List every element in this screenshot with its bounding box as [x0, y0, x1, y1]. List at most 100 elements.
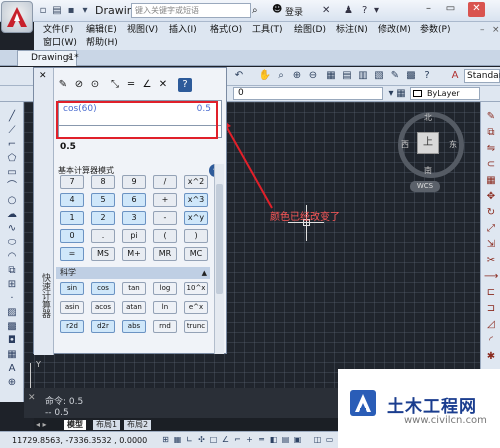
save-icon[interactable]: ▪ — [64, 4, 78, 17]
sci-key[interactable]: trunc — [184, 320, 208, 333]
user-group-icon[interactable]: ♟ — [344, 4, 353, 17]
grid-icon[interactable]: ▦ — [172, 434, 183, 445]
command-input[interactable]: -- 0.5 — [45, 408, 69, 418]
osnap-icon[interactable]: □ — [208, 434, 219, 445]
scientific-header[interactable]: 科学 ▲ — [56, 267, 210, 279]
clear-icon[interactable]: ✎ — [56, 78, 70, 92]
region-icon[interactable]: ◘ — [5, 334, 19, 347]
calc-key[interactable]: M+ — [122, 247, 146, 261]
break-icon[interactable]: ⊏ — [484, 286, 498, 299]
paste-value-icon[interactable]: ⊙ — [88, 78, 102, 92]
zoom-realtime-icon[interactable]: ⌕ — [274, 69, 288, 83]
quickcalc-scrollbar[interactable] — [214, 164, 224, 354]
user-icon[interactable]: ☻ — [272, 4, 282, 15]
sci-key[interactable]: cos — [91, 282, 115, 295]
sci-key[interactable]: sin — [60, 282, 84, 295]
menu-format[interactable]: 格式(O) — [210, 24, 242, 36]
menu-help[interactable]: 帮助(H) — [86, 37, 118, 49]
viewcube-south[interactable]: 南 — [424, 165, 432, 176]
undo-icon[interactable]: ↶ — [232, 69, 246, 83]
calc-key[interactable]: ( — [153, 229, 177, 243]
sci-key[interactable]: ln — [153, 301, 177, 314]
calculator-icon[interactable]: ▩ — [404, 69, 418, 83]
snap-icon[interactable]: ⊞ — [160, 434, 171, 445]
multiline-text-icon[interactable]: A — [5, 362, 19, 375]
search-input[interactable]: 键入关键字或短语 — [131, 3, 251, 18]
insert-block-icon[interactable]: ⧉ — [5, 264, 19, 277]
sci-key[interactable]: tan — [122, 282, 146, 295]
login-link[interactable]: 登录 — [285, 5, 303, 18]
add-selected-icon[interactable]: ⊕ — [5, 376, 19, 389]
menu-insert[interactable]: 插入(I) — [169, 24, 197, 36]
menu-edit[interactable]: 编辑(E) — [86, 24, 117, 36]
zoom-window-icon[interactable]: ⊕ — [290, 69, 304, 83]
calc-key[interactable]: + — [153, 193, 177, 207]
viewcube-north[interactable]: 北 — [424, 112, 432, 123]
command-close-icon[interactable]: ✕ — [28, 393, 36, 403]
explode-icon[interactable]: ✱ — [484, 350, 498, 363]
scrollbar-thumb[interactable] — [216, 184, 223, 294]
menu-minimize-icon[interactable]: – — [480, 24, 485, 36]
viewcube-west[interactable]: 西 — [401, 139, 409, 150]
quickcalc-titlebar[interactable]: ✕ 快速计算器 — [34, 68, 54, 355]
selection-cycling-icon[interactable]: ▣ — [292, 434, 303, 445]
scale-icon[interactable]: ⤢ — [484, 222, 498, 235]
minimize-button[interactable]: – — [420, 2, 437, 17]
point-icon[interactable]: · — [5, 292, 19, 305]
join-icon[interactable]: ⊐ — [484, 302, 498, 315]
exchange-icon[interactable]: ✕ — [322, 4, 330, 17]
polygon-icon[interactable]: ⬠ — [5, 152, 19, 165]
markup-icon[interactable]: ✎ — [388, 69, 402, 83]
expand-arrow-icon[interactable]: ▲ — [202, 267, 207, 279]
layer-select[interactable]: 0 — [233, 87, 383, 100]
wcs-menu[interactable]: WCS — [410, 181, 440, 192]
stretch-icon[interactable]: ⇲ — [484, 238, 498, 251]
calc-key[interactable]: 0 — [60, 229, 84, 243]
layout-nav-arrows[interactable]: ◂ ▸ — [36, 420, 47, 429]
text-style-select[interactable]: Standard — [464, 69, 500, 83]
table-icon[interactable]: ▦ — [5, 348, 19, 361]
pan-icon[interactable]: ✋ — [258, 69, 272, 83]
sci-key[interactable]: log — [153, 282, 177, 295]
circle-icon[interactable]: ○ — [5, 194, 19, 207]
copy-icon[interactable]: ⧉ — [484, 126, 498, 139]
text-style-icon[interactable]: A — [448, 69, 462, 83]
mirror-icon[interactable]: ⇋ — [484, 142, 498, 155]
application-menu-button[interactable] — [1, 1, 33, 33]
properties-icon[interactable]: ▦ — [324, 69, 338, 83]
calc-key[interactable]: = — [60, 247, 84, 261]
fillet-icon[interactable]: ◜ — [484, 334, 498, 347]
tab-layout2[interactable]: 布局2 — [124, 420, 152, 430]
ortho-icon[interactable]: ∟ — [184, 434, 195, 445]
dropdown-icon[interactable]: ▾ — [78, 4, 92, 17]
gradient-icon[interactable]: ▩ — [5, 320, 19, 333]
distance-icon[interactable]: ═ — [124, 78, 138, 92]
offset-icon[interactable]: ⊂ — [484, 158, 498, 171]
calc-key[interactable]: MR — [153, 247, 177, 261]
calc-key[interactable]: 2 — [91, 211, 115, 225]
calc-key[interactable]: 6 — [122, 193, 146, 207]
menu-modify[interactable]: 修改(M) — [378, 24, 411, 36]
sheet-set-icon[interactable]: ▧ — [372, 69, 386, 83]
get-coordinates-icon[interactable]: ⤡ — [108, 78, 122, 92]
calc-key[interactable]: x^y — [184, 211, 208, 225]
sci-key[interactable]: asin — [60, 301, 84, 314]
quick-properties-icon[interactable]: ▤ — [280, 434, 291, 445]
rotate-icon[interactable]: ↻ — [484, 206, 498, 219]
calc-key[interactable]: . — [91, 229, 115, 243]
calc-key[interactable]: - — [153, 211, 177, 225]
menu-view[interactable]: 视图(V) — [127, 24, 158, 36]
polyline-icon[interactable]: ⌐ — [5, 138, 19, 151]
calc-key[interactable]: x^2 — [184, 175, 208, 189]
ducs-icon[interactable]: ⌐ — [232, 434, 243, 445]
menu-dimension[interactable]: 标注(N) — [336, 24, 368, 36]
array-icon[interactable]: ▦ — [484, 174, 498, 187]
rectangle-icon[interactable]: ▭ — [5, 166, 19, 179]
calc-key[interactable]: 4 — [60, 193, 84, 207]
move-icon[interactable]: ✥ — [484, 190, 498, 203]
erase-icon[interactable]: ✎ — [484, 110, 498, 123]
extend-icon[interactable]: ⟶ — [484, 270, 498, 283]
calc-key[interactable]: 8 — [91, 175, 115, 189]
polar-icon[interactable]: ✣ — [196, 434, 207, 445]
quickcalc-help-icon[interactable]: ? — [178, 78, 192, 92]
